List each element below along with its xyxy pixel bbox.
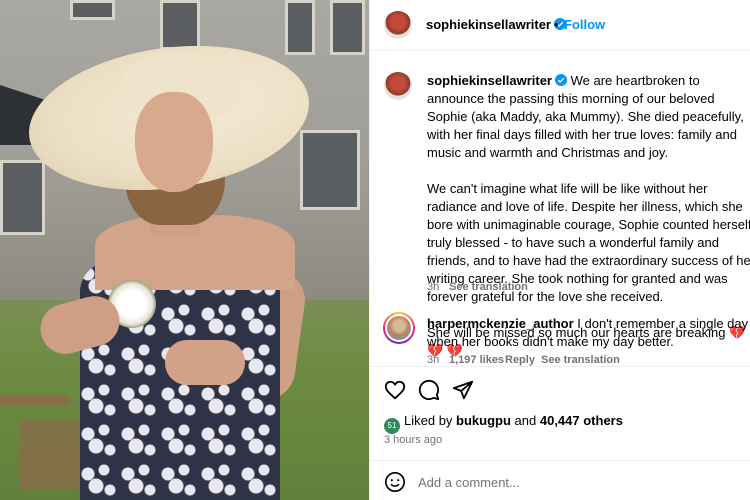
emoji-icon[interactable] xyxy=(384,471,406,493)
comment-see-translation-link[interactable]: See translation xyxy=(541,354,620,366)
comment: harpermckenzie_author I don't remember a… xyxy=(427,315,750,351)
window xyxy=(330,0,365,55)
action-bar xyxy=(370,366,750,410)
post-panel: sophiekinsellawriter • Follow sophiekins… xyxy=(369,0,750,500)
post-photo[interactable] xyxy=(0,0,369,500)
post-timestamp[interactable]: 3 hours ago xyxy=(384,434,442,446)
share-icon[interactable] xyxy=(452,379,474,401)
comment-likes-count[interactable]: 1,197 likes xyxy=(449,354,504,366)
caption-time: 3h xyxy=(427,281,440,293)
separator-dot: • xyxy=(554,17,559,32)
post-header: sophiekinsellawriter • Follow xyxy=(370,0,750,51)
add-comment-bar xyxy=(370,460,750,500)
caption-username[interactable]: sophiekinsellawriter xyxy=(427,73,552,88)
likes-prefix: Liked by xyxy=(404,413,457,428)
comment-likes[interactable]: 1,197 likes xyxy=(449,354,504,366)
window xyxy=(300,130,360,210)
see-translation-link[interactable]: See translation xyxy=(449,281,528,293)
face xyxy=(135,92,213,192)
follow-button[interactable]: Follow xyxy=(564,17,605,32)
window xyxy=(70,0,115,20)
hand xyxy=(165,340,245,385)
window xyxy=(0,160,45,235)
reply-label[interactable]: Reply xyxy=(505,354,535,366)
verified-badge-icon xyxy=(555,74,567,86)
comment-icon[interactable] xyxy=(418,379,440,401)
likes-others[interactable]: 40,447 others xyxy=(540,413,623,428)
commenter-username[interactable]: harpermckenzie_author xyxy=(427,316,574,331)
author-username-text[interactable]: sophiekinsellawriter xyxy=(426,17,551,32)
author-username[interactable]: sophiekinsellawriter xyxy=(426,17,566,32)
comment-time: 3h xyxy=(427,354,440,366)
comment-input[interactable] xyxy=(418,471,718,493)
commenter-avatar[interactable] xyxy=(383,312,415,344)
heart-icon[interactable] xyxy=(384,379,406,401)
window xyxy=(160,0,200,50)
liker-avatar[interactable]: 51 xyxy=(384,418,400,434)
window xyxy=(285,0,315,55)
garden-bench xyxy=(20,420,80,490)
caption-see-translation[interactable]: See translation xyxy=(449,281,528,293)
comment-see-translation[interactable]: See translation xyxy=(541,354,620,366)
likes-summary: 51 Liked by bukugpu and 40,447 others xyxy=(384,413,623,434)
likes-and: and xyxy=(510,413,540,428)
liker-username[interactable]: bukugpu xyxy=(456,413,511,428)
garden-bench xyxy=(0,395,70,405)
reply-button[interactable]: Reply xyxy=(505,354,535,366)
author-avatar[interactable] xyxy=(384,11,412,39)
caption-avatar[interactable] xyxy=(384,72,412,100)
